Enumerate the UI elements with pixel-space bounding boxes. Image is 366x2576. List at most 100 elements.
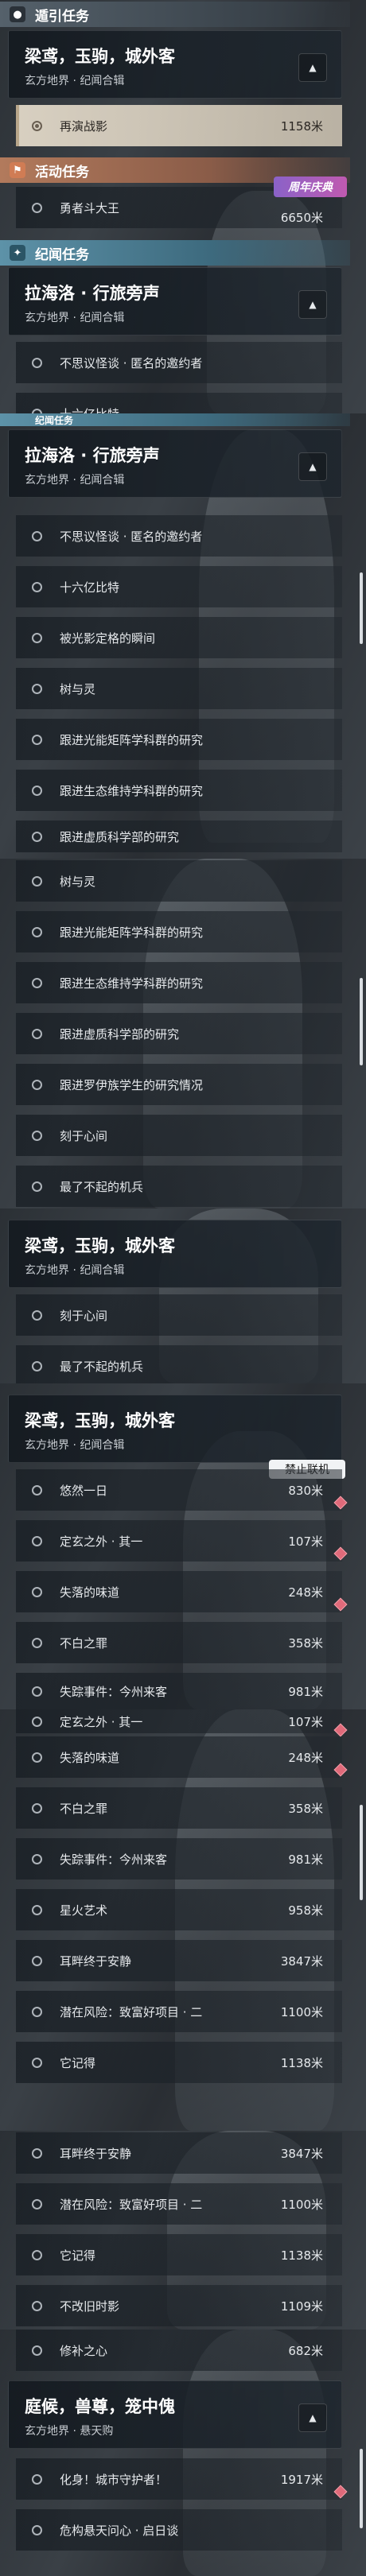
radio-icon bbox=[32, 1637, 42, 1648]
list-item[interactable]: 定玄之外 · 其一 107米 bbox=[16, 1709, 348, 1737]
list-item-selected[interactable]: 再演战影 1158米 bbox=[16, 105, 342, 146]
scrollbar[interactable] bbox=[360, 572, 363, 644]
item-distance: 830米 bbox=[288, 1483, 323, 1498]
list-item[interactable]: 潜在风险：致富好项目 · 二 1100米 bbox=[16, 2183, 342, 2225]
item-name: 失落的味道 bbox=[60, 1585, 120, 1600]
list-item[interactable]: 最了不起的机兵 bbox=[16, 1345, 342, 1383]
radio-icon bbox=[32, 1484, 42, 1496]
list-item[interactable]: 耳畔终于安静 3847米 bbox=[16, 1940, 342, 1981]
list-item[interactable]: 跟进光能矩阵学科群的研究 bbox=[16, 719, 342, 760]
list-item[interactable]: 修补之心 682米 bbox=[16, 2330, 342, 2371]
list-item[interactable]: 失踪事件：今州来客 981米 bbox=[16, 1838, 342, 1880]
radio-icon bbox=[32, 2147, 42, 2159]
list-item[interactable]: 不白之罪 358米 bbox=[16, 1622, 342, 1663]
radio-icon bbox=[32, 581, 42, 592]
item-name: 化身！城市守护者！ bbox=[60, 2472, 168, 2487]
list-item[interactable]: 耳畔终于安静 3847米 bbox=[16, 2132, 342, 2174]
panel-4: 梁鸢，玉驹，城外客 玄方地界 · 纪闻合辑 刻于心间 最了不起的机兵 bbox=[0, 1208, 366, 1383]
radio-icon bbox=[32, 1802, 42, 1814]
radio-icon bbox=[32, 683, 42, 694]
list-item[interactable]: 树与灵 bbox=[16, 668, 342, 709]
item-name: 失踪事件：今州来客 bbox=[60, 1684, 168, 1699]
list-item[interactable]: 树与灵 bbox=[16, 860, 342, 902]
radio-icon bbox=[32, 1904, 42, 1915]
list-item[interactable]: 星火艺术 958米 bbox=[16, 1889, 342, 1930]
list-item[interactable]: 定玄之外 · 其一 107米 bbox=[16, 1520, 348, 1562]
list-item[interactable]: 刻于心间 bbox=[16, 1294, 342, 1336]
panel-8: 修补之心 682米 庭候，兽尊，笼中傀 玄方地界 · 悬天购 ▲ 化身！城市守护者… bbox=[0, 2330, 366, 2576]
activity-flag-icon: ⚑ bbox=[10, 162, 25, 178]
list-item[interactable]: 它记得 1138米 bbox=[16, 2042, 342, 2083]
radio-icon bbox=[32, 1716, 42, 1727]
list-item[interactable]: 跟进虚质科学部的研究 bbox=[16, 1013, 342, 1054]
radio-icon bbox=[32, 1309, 42, 1321]
item-name: 跟进罗伊族学生的研究情况 bbox=[60, 1077, 204, 1092]
item-distance: 1158米 bbox=[280, 118, 323, 134]
quest-subtitle: 玄方地界 · 纪闻合辑 bbox=[25, 312, 125, 324]
list-item[interactable]: 失踪事件：今州来客 981米 bbox=[16, 1673, 342, 1709]
list-item[interactable]: 刻于心间 bbox=[16, 1115, 342, 1156]
list-item[interactable]: 跟进光能矩阵学科群的研究 bbox=[16, 911, 342, 952]
chevron-up-icon[interactable]: ▲ bbox=[298, 290, 327, 319]
quest-title: 拉海洛 · 行旅旁声 bbox=[25, 446, 160, 465]
item-name: 定玄之外 · 其一 bbox=[60, 1714, 143, 1729]
scrollbar[interactable] bbox=[360, 2449, 363, 2528]
item-name: 不白之罪 bbox=[60, 1635, 108, 1651]
quest-card-tingshou[interactable]: 庭候，兽尊，笼中傀 玄方地界 · 悬天购 ▲ bbox=[8, 2380, 342, 2449]
list-item[interactable]: 危构悬天问心 · 启日谈 bbox=[16, 2509, 342, 2551]
list-item[interactable]: 它记得 1138米 bbox=[16, 2234, 342, 2275]
list-item[interactable]: 不白之罪 358米 bbox=[16, 1787, 342, 1829]
item-distance: 6650米 bbox=[280, 211, 323, 225]
item-name: 危构悬天问心 · 启日谈 bbox=[60, 2523, 179, 2538]
item-name: 被光影定格的瞬间 bbox=[60, 630, 156, 646]
list-item[interactable]: 不思议怪谈 · 匿名的邀约者 bbox=[16, 515, 342, 557]
list-item[interactable]: 失落的味道 248米 bbox=[16, 1736, 348, 1778]
item-name: 刻于心间 bbox=[60, 1308, 108, 1323]
chevron-up-icon[interactable]: ▲ bbox=[298, 2403, 327, 2432]
list-item[interactable]: 十六亿比特 bbox=[16, 393, 342, 413]
list-item[interactable]: 跟进虚质科学部的研究 bbox=[16, 821, 342, 852]
item-distance: 1138米 bbox=[280, 2248, 323, 2263]
item-distance: 1138米 bbox=[280, 2055, 323, 2070]
item-distance: 682米 bbox=[288, 2343, 323, 2358]
radio-icon bbox=[32, 734, 42, 745]
star-spark-icon: ✦ bbox=[10, 245, 25, 261]
item-name: 跟进虚质科学部的研究 bbox=[60, 829, 180, 844]
item-distance: 107米 bbox=[288, 1714, 323, 1729]
list-item[interactable]: 化身！城市守护者！ 1917米 bbox=[16, 2458, 348, 2500]
scrollbar[interactable] bbox=[360, 1805, 363, 1900]
quest-card-lahailuo[interactable]: 拉海洛 · 行旅旁声 玄方地界 · 纪闻合辑 ▲ bbox=[8, 267, 342, 336]
list-item[interactable]: 跟进生态维持学科群的研究 bbox=[16, 962, 342, 1003]
section-guide-header[interactable]: ● 遁引任务 bbox=[0, 2, 350, 27]
radio-icon bbox=[32, 977, 42, 988]
item-name: 最了不起的机兵 bbox=[60, 1179, 144, 1194]
list-item[interactable]: 最了不起的机兵 bbox=[16, 1166, 342, 1207]
quest-card-lianghai[interactable]: 梁鸢，玉驹，城外客 玄方地界 · 纪闻合辑 ▲ bbox=[8, 30, 342, 99]
item-distance: 981米 bbox=[288, 1684, 323, 1699]
list-item[interactable]: 悠然一日 830米 bbox=[16, 1469, 348, 1511]
list-item[interactable]: 不改旧时影 1109米 bbox=[16, 2285, 342, 2326]
quest-subtitle: 玄方地界 · 纪闻合辑 bbox=[25, 474, 125, 487]
chevron-up-icon[interactable]: ▲ bbox=[298, 452, 327, 481]
scrollbar[interactable] bbox=[360, 978, 363, 1065]
list-item[interactable]: 十六亿比特 bbox=[16, 566, 342, 607]
chevron-up-icon[interactable]: ▲ bbox=[298, 53, 327, 82]
quest-card-lianghai[interactable]: 梁鸢，玉驹，城外客 玄方地界 · 纪闻合辑 bbox=[8, 1395, 342, 1463]
quest-title: 庭候，兽尊，笼中傀 bbox=[25, 2397, 175, 2416]
list-item[interactable]: 被光影定格的瞬间 bbox=[16, 617, 342, 658]
quest-card-lahailuo[interactable]: 拉海洛 · 行旅旁声 玄方地界 · 纪闻合辑 ▲ bbox=[8, 429, 342, 498]
quest-title: 梁鸢，玉驹，城外客 bbox=[25, 1236, 175, 1255]
radio-icon bbox=[32, 1535, 42, 1546]
list-item[interactable]: 跟进生态维持学科群的研究 bbox=[16, 770, 342, 811]
quest-subtitle: 玄方地界 · 纪闻合辑 bbox=[25, 75, 125, 87]
quest-title: 梁鸢，玉驹，城外客 bbox=[25, 47, 175, 66]
section-legend-header[interactable]: 纪闻任务 bbox=[0, 413, 350, 426]
quest-card-lianghai[interactable]: 梁鸢，玉驹，城外客 玄方地界 · 纪闻合辑 bbox=[8, 1220, 342, 1288]
list-item[interactable]: 不思议怪谈 · 匿名的邀约者 bbox=[16, 342, 342, 383]
item-distance: 1109米 bbox=[280, 2299, 323, 2314]
section-legend-header[interactable]: ✦ 纪闻任务 bbox=[0, 240, 350, 266]
list-item[interactable]: 潜在风险：致富好项目 · 二 1100米 bbox=[16, 1991, 342, 2032]
quest-title: 梁鸢，玉驹，城外客 bbox=[25, 1411, 175, 1430]
list-item[interactable]: 失落的味道 248米 bbox=[16, 1571, 348, 1612]
list-item[interactable]: 跟进罗伊族学生的研究情况 bbox=[16, 1064, 342, 1105]
